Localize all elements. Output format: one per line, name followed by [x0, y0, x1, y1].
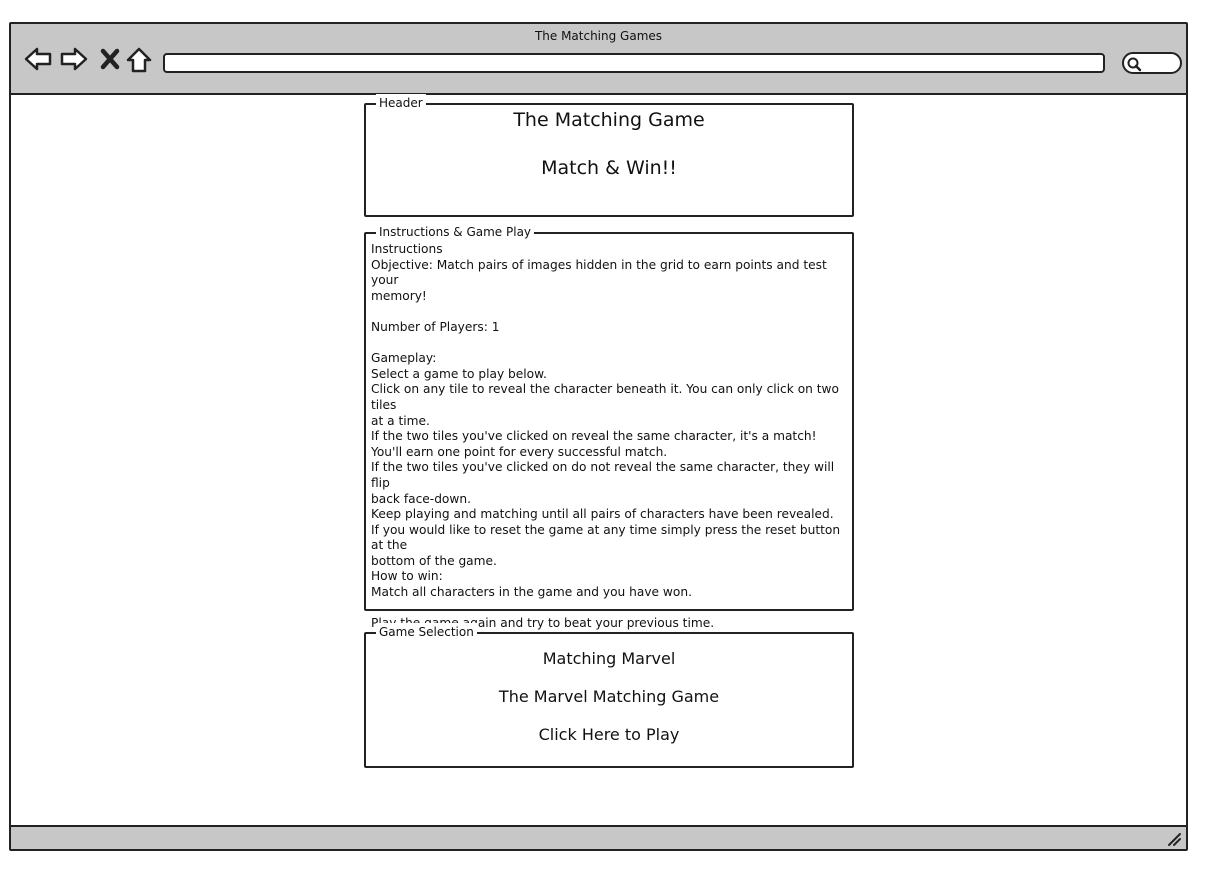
resize-grip-icon[interactable] [1166, 831, 1182, 847]
game-description: The Marvel Matching Game [498, 687, 720, 706]
browser-titlebar: The Matching Games [11, 24, 1186, 95]
instruction-line [371, 304, 855, 320]
forward-arrow-icon[interactable] [59, 44, 89, 74]
instruction-line: How to win: [371, 569, 443, 584]
instruction-line: back face-down. [371, 491, 471, 506]
instructions-legend: Instructions & Game Play [376, 223, 535, 241]
instruction-line: memory! [371, 288, 427, 303]
window-title: The Matching Games [534, 29, 663, 43]
instructions-text: Instructions Objective: Match pairs of i… [371, 242, 855, 632]
instruction-line: Match all characters in the game and you… [371, 585, 692, 600]
instruction-line: Click on any tile to reveal the characte… [371, 382, 839, 412]
instruction-line: bottom of the game. [371, 553, 497, 568]
instruction-line [371, 336, 855, 352]
instruction-line: Keep playing and matching until all pair… [371, 507, 834, 522]
instruction-line: If the two tiles you've clicked on do no… [371, 460, 835, 490]
instruction-line [371, 601, 855, 617]
game-selection-section: Game Selection Matching Marvel The Marve… [364, 623, 854, 768]
header-section: Header The Matching Game Match & Win!! [364, 94, 854, 217]
instruction-line: Instructions [371, 242, 443, 256]
close-icon[interactable] [97, 44, 127, 74]
search-icon [1127, 57, 1142, 72]
search-field[interactable] [1122, 52, 1182, 74]
instruction-line: Objective: Match pairs of images hidden … [371, 257, 827, 288]
instruction-line: Number of Players: 1 [371, 319, 500, 334]
browser-statusbar [11, 825, 1186, 849]
page-subtitle: Match & Win!! [541, 157, 677, 179]
instruction-line: Gameplay: [371, 351, 437, 366]
instruction-line: You'll earn one point for every successf… [371, 444, 668, 459]
instructions-section: Instructions & Game Play Instructions Ob… [364, 223, 854, 630]
back-arrow-icon[interactable] [23, 44, 53, 74]
game-name: Matching Marvel [542, 649, 676, 668]
instruction-line: Select a game to play below. [371, 366, 547, 381]
instruction-line: If the two tiles you've clicked on revea… [371, 429, 817, 444]
play-link[interactable]: Click Here to Play [366, 725, 852, 744]
address-bar[interactable] [163, 53, 1105, 73]
instruction-line: at a time. [371, 413, 430, 428]
page-title: The Matching Game [513, 109, 705, 131]
instruction-line: If you would like to reset the game at a… [371, 522, 841, 553]
home-icon[interactable] [124, 44, 154, 74]
game-selection-legend: Game Selection [376, 623, 477, 641]
